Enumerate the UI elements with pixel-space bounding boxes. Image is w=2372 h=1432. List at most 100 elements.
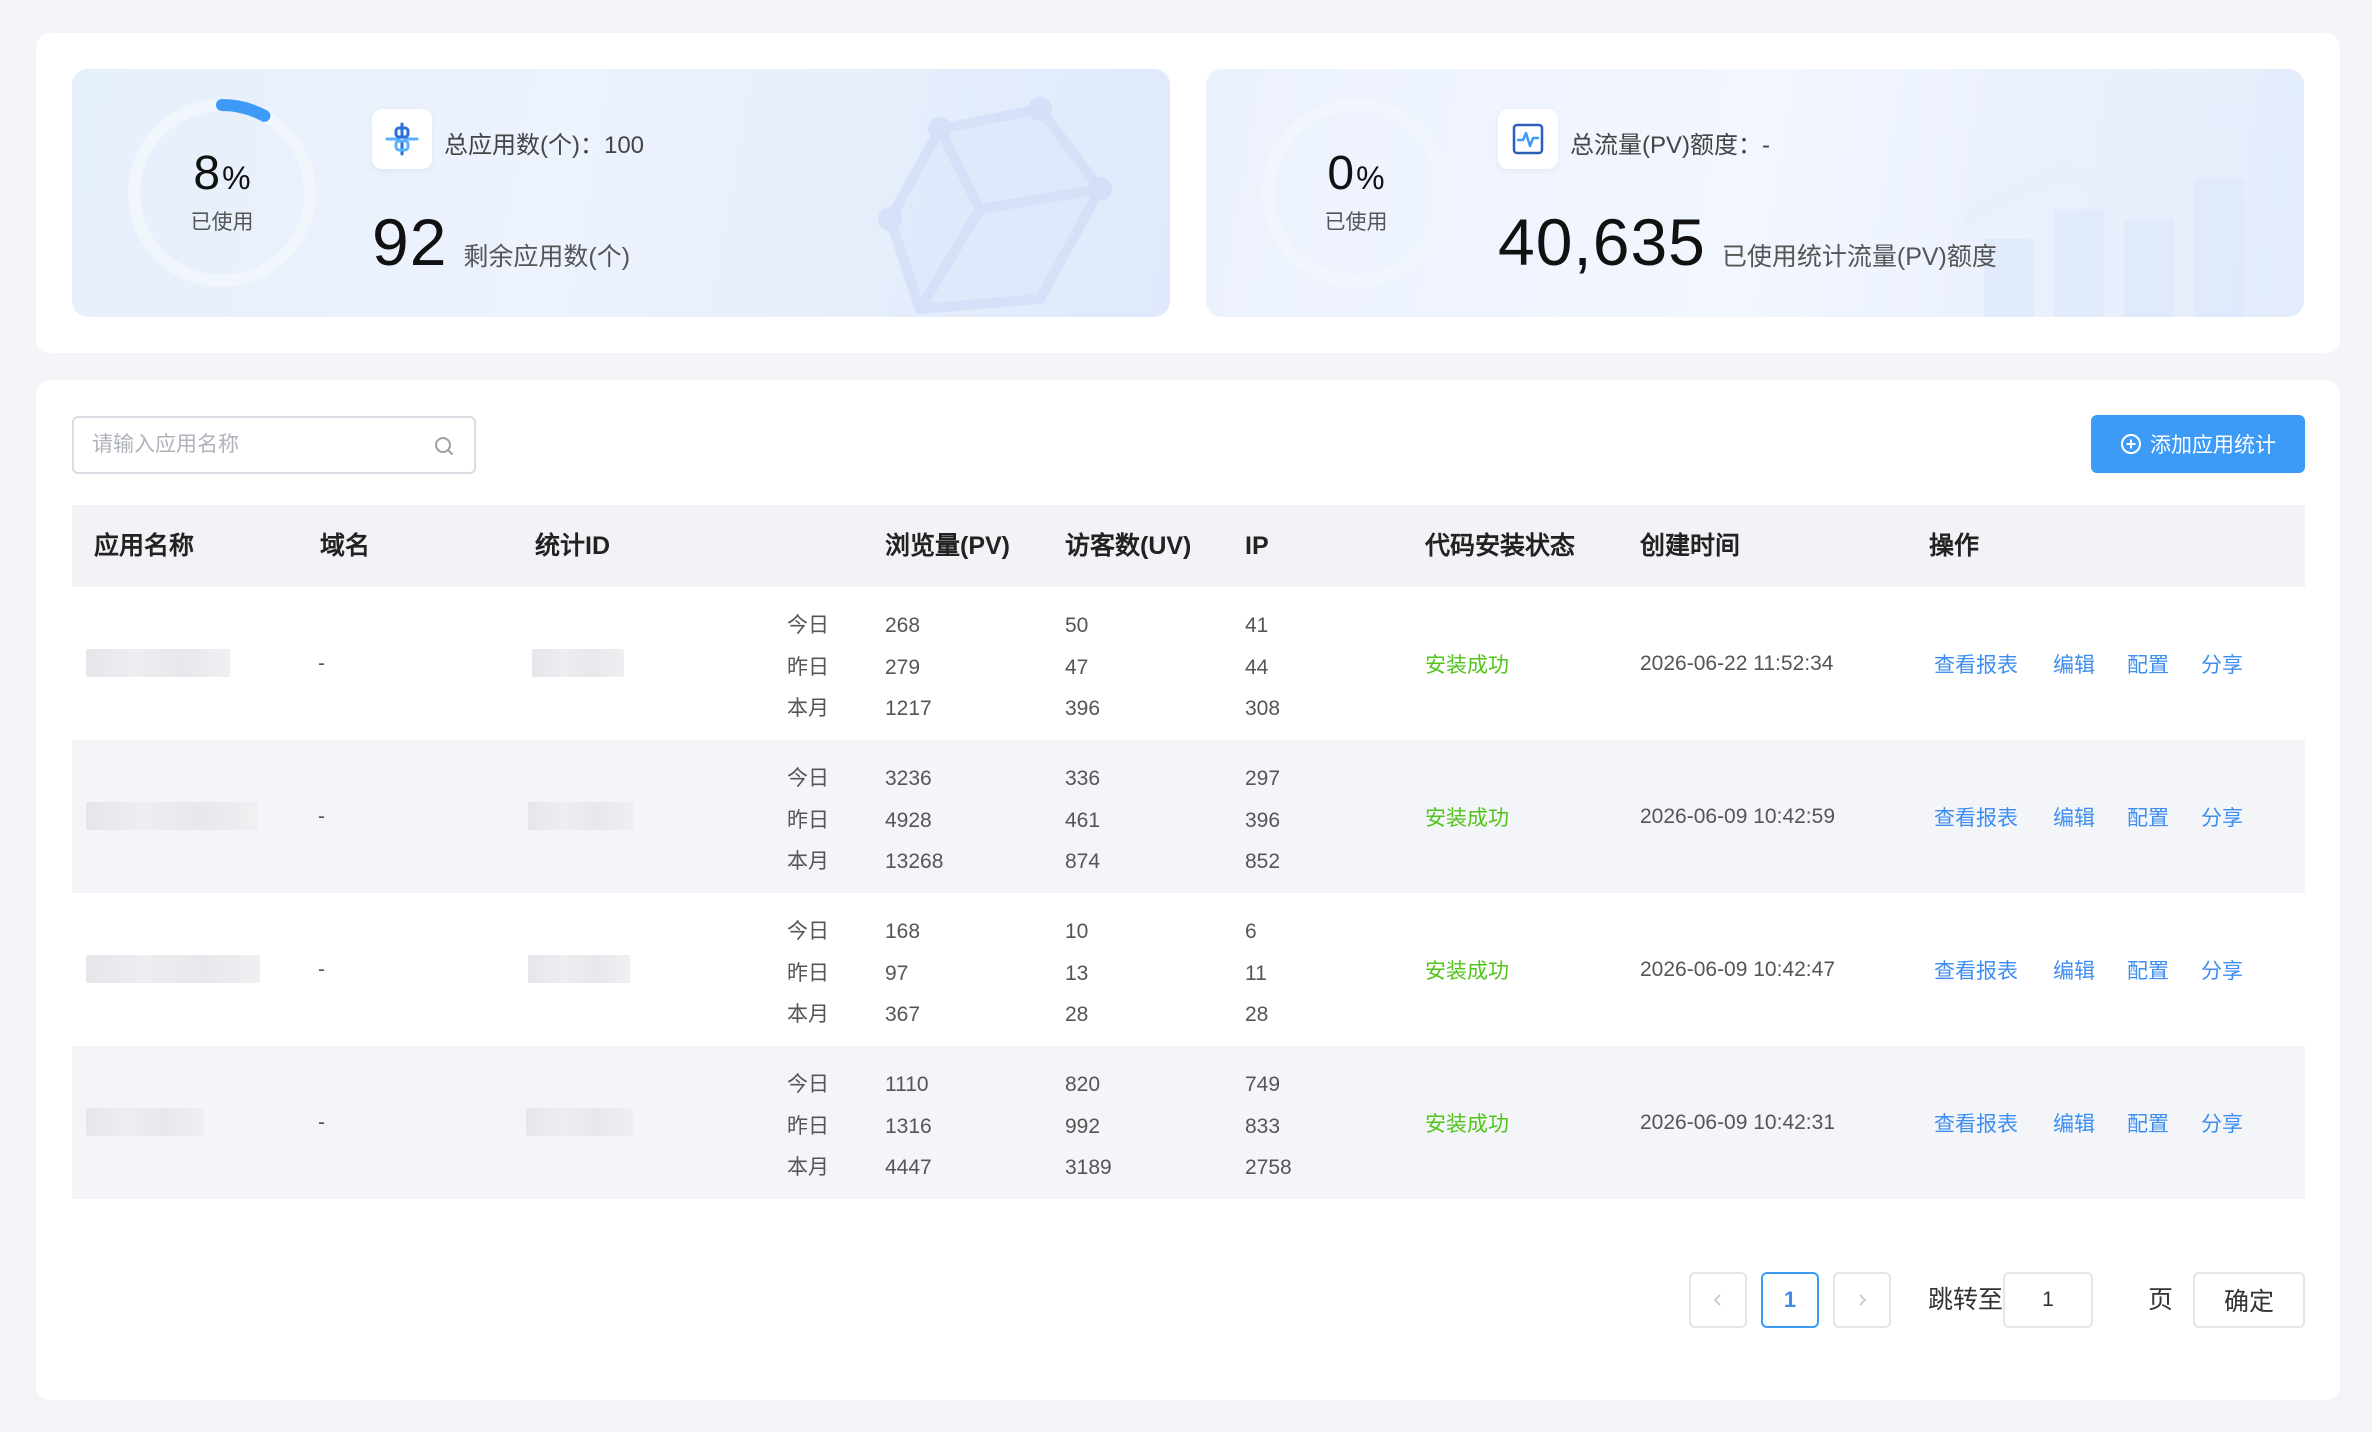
config-link[interactable]: 配置 (2127, 893, 2169, 1046)
add-app-stat-button[interactable]: 添加应用统计 (2091, 415, 2305, 473)
search-box[interactable] (72, 416, 476, 474)
view-report-link[interactable]: 查看报表 (1934, 893, 2018, 1046)
col-ip: IP (1245, 532, 1269, 560)
plus-circle-icon (2121, 434, 2141, 454)
uv-today: 820 (1065, 1073, 1101, 1096)
table-row: - 今日 昨日 本月 168 97 367 10 13 28 6 11 28 安… (72, 893, 2305, 1046)
remaining-apps: 92 剩余应用数(个) (372, 209, 630, 275)
uv-yesterday: 461 (1065, 808, 1101, 832)
app-name-redacted (86, 955, 260, 983)
period-yesterday: 昨日 (787, 808, 829, 832)
config-link[interactable]: 配置 (2127, 587, 2169, 740)
install-status: 安装成功 (1425, 806, 1509, 830)
ip-yesterday: 44 (1245, 655, 1269, 679)
total-apps-label: 总应用数(个)：100 (444, 132, 645, 159)
ip-today: 6 (1245, 920, 1257, 943)
install-status: 安装成功 (1425, 1112, 1509, 1136)
col-app-name: 应用名称 (94, 532, 195, 560)
remaining-apps-label: 剩余应用数(个) (463, 243, 631, 271)
ip-values: 41 44 308 (1245, 605, 1280, 730)
edit-link[interactable]: 编辑 (2053, 587, 2095, 740)
prev-page-button[interactable] (1689, 1272, 1747, 1328)
ip-month: 28 (1245, 1003, 1269, 1026)
link-nodes-icon (372, 109, 432, 169)
period-month: 本月 (787, 1003, 829, 1026)
period-month: 本月 (787, 1156, 829, 1179)
edit-link[interactable]: 编辑 (2053, 893, 2095, 1046)
jump-page-input[interactable] (2003, 1272, 2093, 1328)
col-created: 创建时间 (1640, 532, 1741, 560)
col-domain: 域名 (320, 532, 371, 560)
created-time: 2026-06-22 11:52:34 (1640, 651, 1834, 675)
uv-yesterday: 47 (1065, 655, 1089, 679)
ip-values: 749 833 2758 (1245, 1064, 1292, 1189)
uv-today: 50 (1065, 614, 1089, 637)
table-row: - 今日 昨日 本月 3236 4928 13268 336 461 874 2… (72, 740, 2305, 893)
traffic-used-label: 已使用 (1324, 211, 1388, 234)
percent-sign: % (222, 160, 251, 196)
pv-yesterday: 1316 (885, 1114, 932, 1138)
ip-today: 749 (1245, 1073, 1281, 1096)
config-link[interactable]: 配置 (2127, 740, 2169, 893)
stat-id-redacted (526, 1108, 634, 1136)
uv-today: 10 (1065, 920, 1089, 943)
share-link[interactable]: 分享 (2201, 587, 2243, 740)
share-link[interactable]: 分享 (2201, 1046, 2243, 1199)
pv-today: 3236 (885, 767, 932, 790)
next-page-button[interactable] (1833, 1272, 1891, 1328)
pv-values: 168 97 367 (885, 911, 920, 1036)
chevron-right-icon (1859, 1294, 1867, 1306)
confirm-jump-button[interactable]: 确定 (2193, 1272, 2305, 1328)
edit-link[interactable]: 编辑 (2053, 1046, 2095, 1199)
period-today: 今日 (787, 1073, 829, 1096)
col-stat-id: 统计ID (535, 532, 611, 560)
page-1-button[interactable]: 1 (1761, 1272, 1819, 1328)
ip-yesterday: 11 (1245, 961, 1267, 985)
view-report-link[interactable]: 查看报表 (1934, 1046, 2018, 1199)
uv-month: 874 (1065, 850, 1101, 873)
ip-yesterday: 396 (1245, 808, 1281, 832)
pv-today: 1110 (885, 1073, 929, 1096)
app-name-redacted (86, 649, 230, 677)
pv-month: 4447 (885, 1156, 932, 1179)
ip-values: 297 396 852 (1245, 758, 1280, 883)
used-traffic-label: 已使用统计流量(PV)额度 (1721, 243, 1997, 271)
created-time: 2026-06-09 10:42:59 (1640, 804, 1835, 828)
traffic-usage-readout: 0% 已使用 (1258, 95, 1454, 291)
search-input[interactable] (92, 418, 412, 472)
pv-yesterday: 4928 (885, 808, 932, 832)
uv-yesterday: 992 (1065, 1114, 1101, 1138)
period-today: 今日 (787, 767, 829, 790)
app-stats-table: 应用名称 域名 统计ID 浏览量(PV) 访客数(UV) IP 代码安装状态 创… (72, 505, 2305, 1199)
pulse-chart-icon (1498, 109, 1558, 169)
config-link[interactable]: 配置 (2127, 1046, 2169, 1199)
col-pv: 浏览量(PV) (885, 532, 1011, 560)
domain-cell: - (318, 957, 325, 981)
pv-values: 268 279 1217 (885, 605, 932, 730)
share-link[interactable]: 分享 (2201, 893, 2243, 1046)
search-icon[interactable] (432, 434, 456, 458)
remaining-apps-value: 92 (372, 205, 448, 279)
view-report-link[interactable]: 查看报表 (1934, 587, 2018, 740)
share-link[interactable]: 分享 (2201, 740, 2243, 893)
table-row: - 今日 昨日 本月 268 279 1217 50 47 396 41 44 … (72, 587, 2305, 740)
percent-sign: % (1356, 160, 1385, 196)
pv-yesterday: 279 (885, 655, 921, 679)
chevron-left-icon (1713, 1294, 1721, 1306)
col-actions: 操作 (1929, 532, 1980, 560)
pv-values: 1110 1316 4447 (885, 1064, 932, 1189)
uv-month: 396 (1065, 697, 1101, 720)
apps-usage-percent: 8 (193, 147, 221, 200)
traffic-usage-percent: 0 (1327, 147, 1355, 200)
pv-yesterday: 97 (885, 961, 909, 985)
edit-link[interactable]: 编辑 (2053, 740, 2095, 893)
period-month: 本月 (787, 697, 829, 720)
created-time: 2026-06-09 10:42:31 (1640, 1110, 1835, 1134)
pv-today: 268 (885, 614, 921, 637)
uv-values: 820 992 3189 (1065, 1064, 1112, 1189)
view-report-link[interactable]: 查看报表 (1934, 740, 2018, 893)
app-list-panel: 添加应用统计 应用名称 域名 统计ID 浏览量(PV) 访客数(UV) IP 代… (36, 380, 2340, 1400)
uv-today: 336 (1065, 767, 1101, 790)
table-row: - 今日 昨日 本月 1110 1316 4447 820 992 3189 7… (72, 1046, 2305, 1199)
add-app-stat-label: 添加应用统计 (2150, 434, 2276, 457)
